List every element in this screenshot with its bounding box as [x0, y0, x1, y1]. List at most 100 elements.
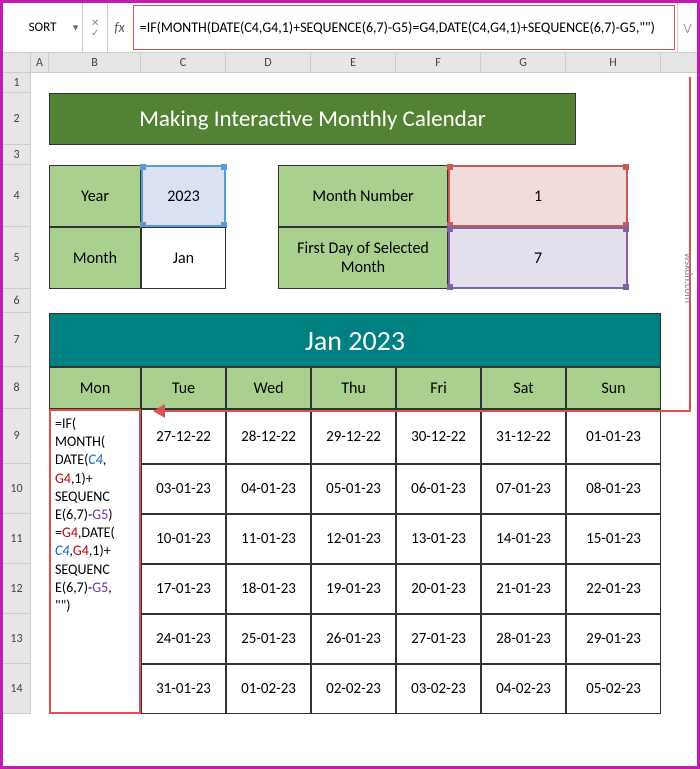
- day-header-wed: Wed: [226, 367, 311, 409]
- calendar-title: Jan 2023: [49, 313, 661, 367]
- calendar-cell[interactable]: 28-01-23: [481, 614, 566, 664]
- calendar-cell[interactable]: 24-01-23: [141, 614, 226, 664]
- worksheet[interactable]: Making Interactive Monthly Calendar Year…: [31, 73, 697, 714]
- chevron-down-icon[interactable]: ▼: [71, 22, 80, 33]
- expand-formula-icon[interactable]: ⋁: [677, 3, 697, 52]
- row-header[interactable]: 4: [3, 165, 31, 227]
- row-header[interactable]: 5: [3, 227, 31, 289]
- day-header-mon: Mon: [49, 367, 141, 409]
- col-header-E[interactable]: E: [311, 53, 396, 72]
- row-header[interactable]: 11: [3, 514, 31, 564]
- calendar-day-headers: Mon Tue Wed Thu Fri Sat Sun: [49, 367, 661, 409]
- calendar-cell[interactable]: 30-12-22: [396, 409, 481, 464]
- col-header-G[interactable]: G: [481, 53, 566, 72]
- col-header-C[interactable]: C: [141, 53, 226, 72]
- calendar-cell[interactable]: 22-01-23: [566, 564, 661, 614]
- calendar-row: 10-01-23 11-01-23 12-01-23 13-01-23 14-0…: [141, 514, 661, 564]
- day-header-fri: Fri: [396, 367, 481, 409]
- calendar-cell[interactable]: 18-01-23: [226, 564, 311, 614]
- calendar-cell[interactable]: 27-01-23: [396, 614, 481, 664]
- col-header-H[interactable]: H: [566, 53, 661, 72]
- row-header[interactable]: 6: [3, 289, 31, 313]
- calendar-cell[interactable]: 07-01-23: [481, 464, 566, 514]
- month-number-cell[interactable]: 1: [448, 165, 628, 227]
- formula-bar: SORT ▼ ✕ ✓ fx =IF(MONTH(DATE(C4,G4,1)+SE…: [3, 3, 697, 53]
- select-all-corner[interactable]: [3, 53, 31, 72]
- calendar-cell[interactable]: 29-12-22: [311, 409, 396, 464]
- calendar-cell[interactable]: 06-01-23: [396, 464, 481, 514]
- month-number-label: Month Number: [278, 165, 448, 227]
- calendar-cell[interactable]: 14-01-23: [481, 514, 566, 564]
- annotation-arrow-icon: [153, 404, 165, 418]
- calendar-row: 31-01-23 01-02-23 02-02-23 03-02-23 04-0…: [141, 664, 661, 714]
- calendar-grid: 27-12-22 28-12-22 29-12-22 30-12-22 31-1…: [141, 409, 661, 714]
- col-header-B[interactable]: B: [49, 53, 141, 72]
- calendar-cell[interactable]: 20-01-23: [396, 564, 481, 614]
- calendar-cell[interactable]: 03-02-23: [396, 664, 481, 714]
- calendar-cell[interactable]: 04-01-23: [226, 464, 311, 514]
- calendar-cell[interactable]: 08-01-23: [566, 464, 661, 514]
- month-value-cell[interactable]: Jan: [141, 227, 226, 289]
- row-headers: 1 2 3 4 5 6 7 8 9 10 11 12 13 14: [3, 73, 31, 714]
- col-header-D[interactable]: D: [226, 53, 311, 72]
- calendar-cell[interactable]: 19-01-23: [311, 564, 396, 614]
- row-header[interactable]: 7: [3, 313, 31, 367]
- col-header-A[interactable]: A: [31, 53, 49, 72]
- formula-input[interactable]: =IF(MONTH(DATE(C4,G4,1)+SEQUENCE(6,7)-G5…: [133, 5, 675, 50]
- year-value-cell[interactable]: 2023: [141, 165, 226, 227]
- row-header[interactable]: 14: [3, 664, 31, 714]
- day-header-tue: Tue: [141, 367, 226, 409]
- calendar-cell[interactable]: 02-02-23: [311, 664, 396, 714]
- credit-text: wsxdn.com: [682, 253, 695, 303]
- calendar-cell[interactable]: 26-01-23: [311, 614, 396, 664]
- calendar-cell[interactable]: 03-01-23: [141, 464, 226, 514]
- calendar-cell[interactable]: 04-02-23: [481, 664, 566, 714]
- first-day-value: 7: [534, 249, 542, 268]
- calendar-row: 17-01-23 18-01-23 19-01-23 20-01-23 21-0…: [141, 564, 661, 614]
- month-label: Month: [49, 227, 141, 289]
- day-header-thu: Thu: [311, 367, 396, 409]
- col-header-F[interactable]: F: [396, 53, 481, 72]
- formula-actions: ✕ ✓: [83, 3, 108, 52]
- row-header[interactable]: 2: [3, 93, 31, 145]
- row-header[interactable]: 1: [3, 73, 31, 93]
- fx-icon[interactable]: fx: [108, 3, 130, 52]
- calendar-row: 03-01-23 04-01-23 05-01-23 06-01-23 07-0…: [141, 464, 661, 514]
- calendar-cell[interactable]: 13-01-23: [396, 514, 481, 564]
- row-header[interactable]: 12: [3, 564, 31, 614]
- first-day-label: First Day of Selected Month: [278, 227, 448, 289]
- first-day-cell[interactable]: 7: [448, 227, 628, 289]
- calendar-cell[interactable]: 15-01-23: [566, 514, 661, 564]
- year-value: 2023: [167, 187, 199, 206]
- calendar-cell[interactable]: 21-01-23: [481, 564, 566, 614]
- month-value: Jan: [173, 249, 194, 268]
- name-box[interactable]: SORT ▼: [3, 3, 83, 52]
- calendar-cell[interactable]: 10-01-23: [141, 514, 226, 564]
- row-header[interactable]: 3: [3, 145, 31, 165]
- day-header-sat: Sat: [481, 367, 566, 409]
- calendar-cell[interactable]: 01-02-23: [226, 664, 311, 714]
- calendar-cell[interactable]: 28-12-22: [226, 409, 311, 464]
- row-header[interactable]: 8: [3, 367, 31, 409]
- calendar-cell[interactable]: 31-01-23: [141, 664, 226, 714]
- annotation-arrow-line: [689, 77, 691, 412]
- active-cell-formula[interactable]: =IF( MONTH( DATE(C4, G4,1)+ SEQUENC E(6,…: [49, 409, 141, 714]
- accept-icon[interactable]: ✓: [91, 28, 99, 38]
- row-header[interactable]: 9: [3, 409, 31, 464]
- day-header-sun: Sun: [566, 367, 661, 409]
- calendar-cell[interactable]: 12-01-23: [311, 514, 396, 564]
- calendar-cell[interactable]: 17-01-23: [141, 564, 226, 614]
- year-label: Year: [49, 165, 141, 227]
- page-title: Making Interactive Monthly Calendar: [49, 93, 576, 145]
- row-header[interactable]: 10: [3, 464, 31, 514]
- calendar-cell[interactable]: 05-02-23: [566, 664, 661, 714]
- calendar-cell[interactable]: 11-01-23: [226, 514, 311, 564]
- calendar-cell[interactable]: 05-01-23: [311, 464, 396, 514]
- calendar-cell[interactable]: 29-01-23: [566, 614, 661, 664]
- calendar-cell[interactable]: 25-01-23: [226, 614, 311, 664]
- name-box-value: SORT: [29, 20, 57, 35]
- calendar-cell[interactable]: 01-01-23: [566, 409, 661, 464]
- calendar-cell[interactable]: 31-12-22: [481, 409, 566, 464]
- row-header[interactable]: 13: [3, 614, 31, 664]
- month-number-value: 1: [534, 187, 542, 206]
